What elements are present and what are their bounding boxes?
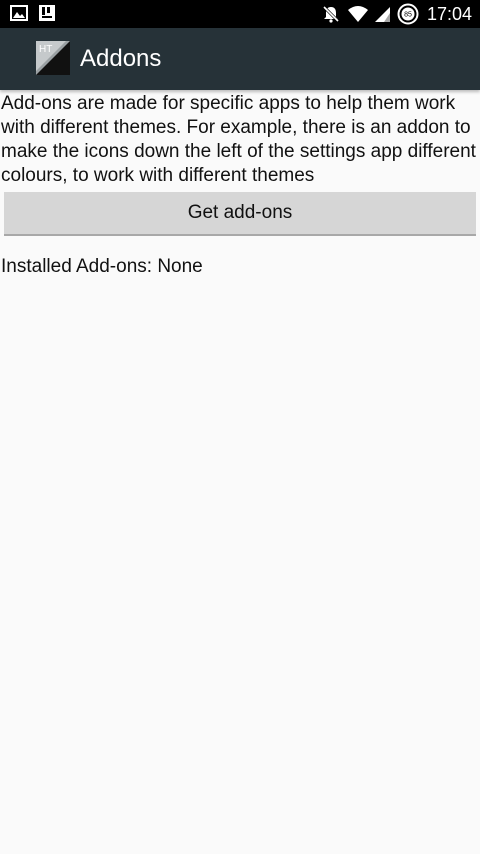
signal-icon: [374, 5, 391, 23]
app-title: Addons: [80, 45, 162, 72]
main-content: Add-ons are made for specific apps to he…: [0, 90, 480, 277]
installed-addons-label: Installed Add-ons:: [1, 256, 153, 277]
status-time: 17:04: [426, 4, 472, 24]
app-bar: HT Addons: [0, 28, 480, 90]
muted-bell-icon: [321, 4, 341, 24]
addons-description: Add-ons are made for specific apps to he…: [1, 93, 476, 186]
installed-addons-value: None: [157, 256, 203, 277]
app-logo: HT: [36, 41, 70, 75]
status-left-icons: [10, 4, 56, 22]
installed-addons-row: Installed Add-ons: None: [1, 255, 203, 279]
status-right-icons: 85 17:04: [321, 3, 472, 25]
get-addons-label: Get add-ons: [187, 202, 293, 223]
notes-icon: [38, 4, 56, 22]
gallery-icon: [10, 4, 28, 22]
wifi-icon: [347, 4, 369, 24]
screen: 85 17:04 HT Addons Add-ons are made for …: [0, 0, 480, 854]
status-bar: 85 17:04: [0, 0, 480, 28]
battery-icon: 85: [397, 3, 419, 25]
battery-level: 85: [404, 12, 412, 19]
get-addons-button[interactable]: Get add-ons: [4, 192, 476, 236]
app-logo-text: HT: [39, 44, 52, 55]
